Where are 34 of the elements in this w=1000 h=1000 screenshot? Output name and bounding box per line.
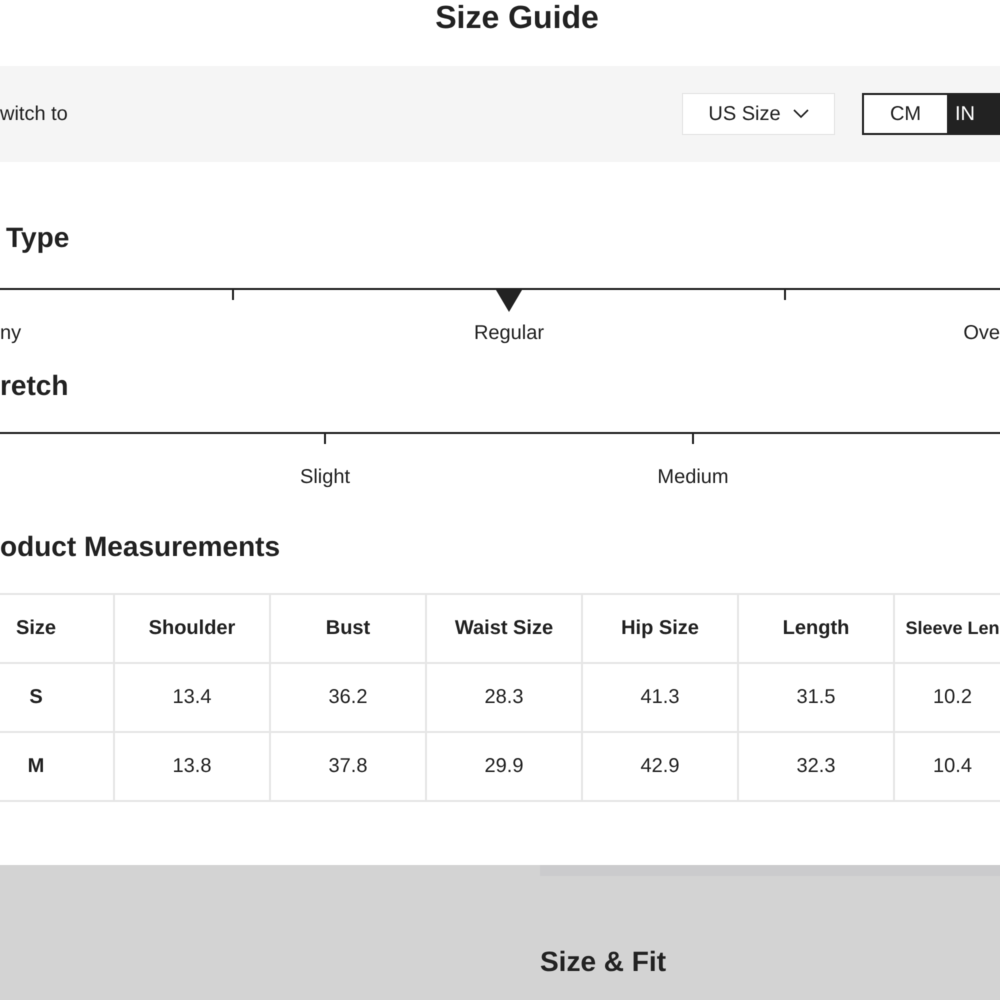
- column-header: Length: [738, 594, 894, 663]
- scale-label: Medium: [657, 466, 729, 489]
- scale-label: Slight: [300, 466, 350, 489]
- table-cell: M: [0, 732, 114, 801]
- section-heading: retch: [0, 369, 70, 403]
- section-heading: Type: [6, 222, 70, 255]
- table-cell: 29.9: [426, 732, 582, 801]
- column-header: Bust: [270, 594, 426, 663]
- unit-toggle[interactable]: IN: [949, 93, 1000, 135]
- unit-toggle[interactable]: CM: [862, 93, 949, 135]
- table-cell: S: [0, 663, 114, 732]
- column-header: Sleeve Len: [894, 594, 1000, 663]
- size-system-dropdown[interactable]: US Size: [682, 93, 835, 135]
- table-cell: 28.3: [426, 663, 582, 732]
- table-cell: 36.2: [270, 663, 426, 732]
- table-cell: 41.3: [582, 663, 738, 732]
- scale-label: ny: [0, 322, 22, 345]
- table-cell: 42.9: [582, 732, 738, 801]
- page-title: Size Guide: [434, 0, 600, 37]
- footer-heading: Size & Fit: [540, 946, 668, 978]
- table-cell: 37.8: [270, 732, 426, 801]
- table-cell: 13.8: [114, 732, 270, 801]
- column-header: Hip Size: [582, 594, 738, 663]
- column-header: Size: [0, 594, 114, 663]
- column-header: Waist Size: [426, 594, 582, 663]
- chevron-down-icon: [792, 109, 809, 119]
- switch-label: witch to: [0, 102, 68, 126]
- column-header: Shoulder: [114, 594, 270, 663]
- table-cell: 13.4: [114, 663, 270, 732]
- scale-label: Ove: [963, 322, 1000, 345]
- section-heading: oduct Measurements: [0, 530, 282, 564]
- table-cell: 31.5: [738, 663, 894, 732]
- table-cell: 32.3: [738, 732, 894, 801]
- scale-label: Regular: [472, 322, 546, 345]
